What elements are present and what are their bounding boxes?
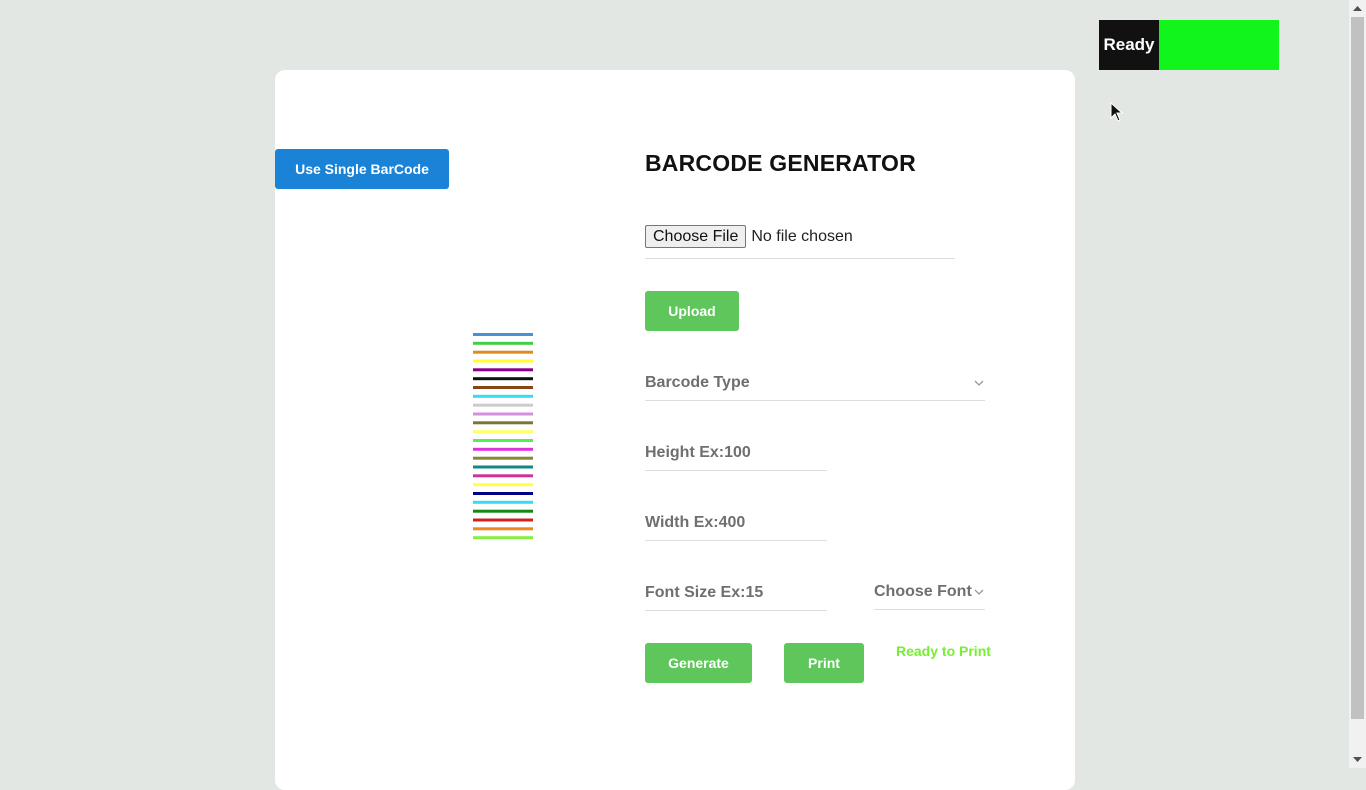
vertical-scrollbar[interactable] <box>1349 0 1366 768</box>
barcode-stripe <box>473 333 533 336</box>
mouse-cursor-icon <box>1110 102 1124 122</box>
width-placeholder: Width Ex:400 <box>645 514 746 531</box>
print-button[interactable]: Print <box>784 643 864 683</box>
scroll-up-arrow-icon[interactable] <box>1349 0 1366 17</box>
print-status-text: Ready to Print <box>896 643 991 659</box>
barcode-stripe <box>473 412 533 416</box>
choose-font-placeholder: Choose Font <box>874 583 972 600</box>
chevron-down-icon <box>974 589 984 595</box>
barcode-stripe <box>473 474 533 478</box>
barcode-stripe <box>473 350 533 354</box>
width-input[interactable]: Width Ex:400 <box>645 506 827 541</box>
chevron-down-icon <box>974 380 984 386</box>
barcode-stripe <box>473 341 533 345</box>
choose-font-select[interactable]: Choose Font <box>874 575 985 610</box>
barcode-stripe <box>473 527 533 531</box>
barcode-stripe <box>473 483 533 487</box>
generate-button[interactable]: Generate <box>645 643 752 683</box>
height-placeholder: Height Ex:100 <box>645 444 751 461</box>
barcode-stripe <box>473 394 533 398</box>
file-status-text: No file chosen <box>751 228 853 245</box>
barcode-stripe <box>473 492 533 495</box>
barcode-preview <box>473 333 533 540</box>
use-single-barcode-button[interactable]: Use Single BarCode <box>275 149 449 189</box>
status-indicator <box>1159 20 1279 70</box>
height-input[interactable]: Height Ex:100 <box>645 436 827 471</box>
barcode-stripe <box>473 439 533 442</box>
barcode-stripe <box>473 447 533 451</box>
barcode-stripe <box>473 509 533 513</box>
barcode-stripe <box>473 359 533 363</box>
scrollbar-thumb[interactable] <box>1351 17 1364 719</box>
status-label: Ready <box>1099 20 1159 70</box>
barcode-stripe <box>473 500 533 504</box>
status-box: Ready <box>1099 20 1279 70</box>
barcode-stripe <box>473 465 533 469</box>
barcode-stripe <box>473 386 533 389</box>
generator-card: Use Single BarCode BARCODE GENERATOR Cho… <box>275 70 1075 790</box>
font-size-input[interactable]: Font Size Ex:15 <box>645 576 827 611</box>
page-title: BARCODE GENERATOR <box>645 150 916 176</box>
choose-file-button[interactable]: Choose File <box>645 225 747 248</box>
barcode-stripe <box>473 368 533 372</box>
upload-button[interactable]: Upload <box>645 291 739 331</box>
barcode-stripe <box>473 377 533 381</box>
file-input[interactable]: Choose File No file chosen <box>645 225 955 259</box>
scroll-down-arrow-icon[interactable] <box>1349 751 1366 768</box>
barcode-stripe <box>473 456 533 460</box>
barcode-type-select[interactable]: Barcode Type <box>645 366 985 401</box>
barcode-stripe <box>473 421 533 425</box>
barcode-type-placeholder: Barcode Type <box>645 374 750 391</box>
barcode-stripe <box>473 403 533 407</box>
font-size-placeholder: Font Size Ex:15 <box>645 584 764 601</box>
barcode-stripe <box>473 536 533 540</box>
barcode-stripe <box>473 518 533 522</box>
barcode-stripe <box>473 430 533 434</box>
